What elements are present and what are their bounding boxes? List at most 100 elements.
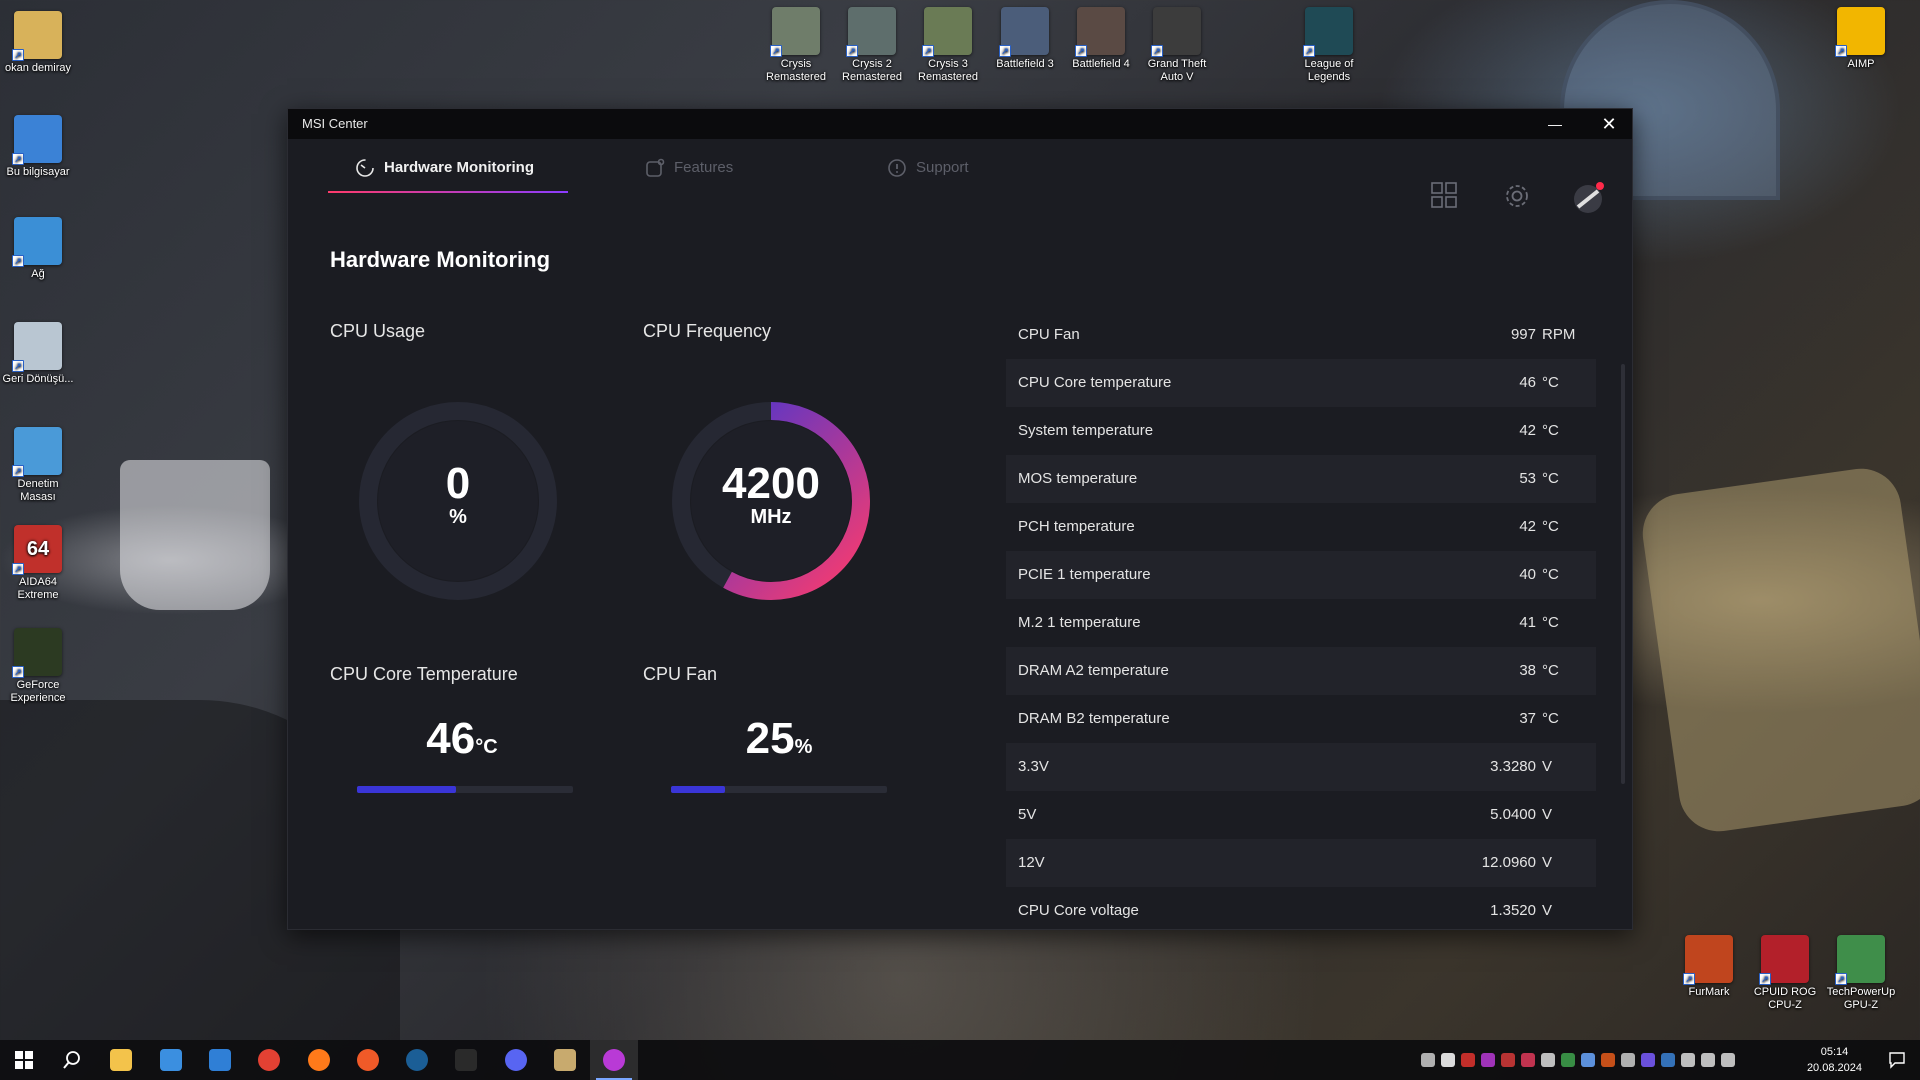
system-clock[interactable]: 05:14 20.08.2024 — [1807, 1044, 1862, 1076]
cpu-fan-unit: % — [794, 736, 813, 758]
shortcut-arrow-icon: ↗ — [12, 153, 24, 165]
tray-icon[interactable] — [1601, 1053, 1615, 1067]
shortcut-arrow-icon: ↗ — [1151, 45, 1163, 57]
denetim-masas-icon: ↗ — [12, 427, 62, 477]
taskbar-league-button[interactable] — [541, 1040, 589, 1080]
tab-hardware-monitoring[interactable]: Hardware Monitoring — [355, 159, 534, 203]
desktop-icon-okan-demiray[interactable]: ↗ okan demiray — [0, 11, 76, 75]
desktop-icon-label: Geri Dönüşü... — [2, 373, 74, 385]
desktop-icon-geri-d-n[interactable]: ↗ Geri Dönüşü... — [0, 322, 76, 386]
tab-features[interactable]: Features — [645, 158, 733, 203]
tab-support[interactable]: Support — [887, 159, 969, 203]
cpu-usage-readout: 0 % — [354, 461, 562, 528]
taskbar-search-button[interactable] — [48, 1040, 96, 1080]
okan-demiray-icon: ↗ — [12, 11, 62, 61]
desktop-icon-furmark[interactable]: ↗ FurMark — [1671, 935, 1747, 999]
cpu-fan-label: CPU Fan — [643, 664, 718, 684]
desktop-icon-geforce-experience[interactable]: ↗ GeForce Experience — [0, 628, 76, 705]
taskbar-store-button[interactable] — [147, 1040, 195, 1080]
sensor-value: 42 — [1519, 422, 1536, 439]
cpu-core-temp-bar-fill — [357, 786, 457, 793]
taskbar-steam-button[interactable] — [393, 1040, 441, 1080]
desktop-icon-denetim-masas[interactable]: ↗ Denetim Masası — [0, 427, 76, 504]
taskbar-discord-button[interactable] — [492, 1040, 540, 1080]
desktop-icon-aida64-extreme[interactable]: 64 ↗ AIDA64 Extreme — [0, 525, 76, 602]
tab-bar: Hardware Monitoring Features Support — [288, 139, 1632, 213]
desktop-icon-a[interactable]: ↗ Ağ — [0, 217, 76, 281]
tray-icon[interactable] — [1521, 1053, 1535, 1067]
user-profile-icon[interactable] — [1571, 181, 1605, 215]
minimize-button[interactable]: — — [1532, 109, 1578, 139]
desktop-icon-crysis-2-remastered[interactable]: ↗ Crysis 2 Remastered — [834, 7, 910, 84]
taskbar-msi-center-button[interactable] — [590, 1040, 639, 1080]
sensor-row: CPU Core voltage 1.3520 V — [1006, 887, 1596, 929]
sensor-row: 5V 5.0400 V — [1006, 791, 1596, 839]
desktop-icon-label: okan demiray — [4, 62, 72, 74]
tray-icon[interactable] — [1421, 1053, 1435, 1067]
ea-icon — [356, 1049, 379, 1071]
taskbar-firefox-button[interactable] — [295, 1040, 343, 1080]
desktop-icon-techpowerup-gpu-z[interactable]: ↗ TechPowerUp GPU-Z — [1823, 935, 1899, 1012]
desktop-icon-battlefield-4[interactable]: ↗ Battlefield 4 — [1063, 7, 1139, 71]
tray-icon[interactable] — [1561, 1053, 1575, 1067]
cpu-core-temp-value: 46 — [426, 714, 476, 763]
tray-icon[interactable] — [1721, 1053, 1735, 1067]
desktop-icon-battlefield-3[interactable]: ↗ Battlefield 3 — [987, 7, 1063, 71]
msi-center-window: MSI Center — ✕ Hardware Monitoring Featu… — [287, 108, 1633, 930]
desktop-icon-label: Battlefield 3 — [996, 58, 1054, 70]
desktop-icon-label: Battlefield 4 — [1072, 58, 1130, 70]
settings-gear-icon[interactable] — [1502, 181, 1532, 211]
tray-icon[interactable] — [1681, 1053, 1695, 1067]
sensor-list-scrollbar[interactable] — [1621, 364, 1625, 784]
sensor-unit: °C — [1542, 566, 1559, 583]
desktop-icon-bu-bilgisayar[interactable]: ↗ Bu bilgisayar — [0, 115, 76, 179]
taskbar-file-explorer-button[interactable] — [97, 1040, 145, 1080]
desktop-icon-cpuid-rog-cpu-z[interactable]: ↗ CPUID ROG CPU-Z — [1747, 935, 1823, 1012]
tray-icon[interactable] — [1481, 1053, 1495, 1067]
taskbar-ea-button[interactable] — [344, 1040, 392, 1080]
taskbar-epic-button[interactable] — [442, 1040, 490, 1080]
section-title: Hardware Monitoring — [330, 247, 551, 272]
grid-view-icon[interactable] — [1430, 181, 1458, 209]
desktop-icon-grand-theft-auto-v[interactable]: ↗ Grand Theft Auto V — [1139, 7, 1215, 84]
sensor-row: CPU Core temperature 46 °C — [1006, 359, 1596, 407]
tray-icon[interactable] — [1581, 1053, 1595, 1067]
shortcut-arrow-icon: ↗ — [12, 255, 24, 267]
close-icon: ✕ — [1601, 113, 1617, 134]
league-of-legends-icon: ↗ — [1303, 7, 1353, 57]
firefox-icon — [307, 1049, 330, 1071]
desktop-icon-label: Ağ — [31, 268, 45, 280]
desktop-icon-crysis-3-remastered[interactable]: ↗ Crysis 3 Remastered — [910, 7, 986, 84]
desktop-icon-label: Bu bilgisayar — [6, 166, 70, 178]
sensor-value: 38 — [1519, 662, 1536, 679]
notification-center-button[interactable] — [1888, 1051, 1906, 1074]
window-titlebar: MSI Center — ✕ — [288, 109, 1632, 139]
aida64-extreme-icon: 64 ↗ — [12, 525, 62, 575]
shortcut-arrow-icon: ↗ — [1835, 973, 1847, 985]
active-tab-indicator — [328, 191, 568, 193]
taskbar-mail-button[interactable] — [196, 1040, 244, 1080]
desktop-icon-aimp[interactable]: ↗ AIMP — [1823, 7, 1899, 71]
tray-icon[interactable] — [1461, 1053, 1475, 1067]
shortcut-arrow-icon: ↗ — [1683, 973, 1695, 985]
search-icon — [61, 1049, 83, 1071]
close-button[interactable]: ✕ — [1586, 109, 1632, 139]
bu-bilgisayar-icon: ↗ — [12, 115, 62, 165]
taskbar-chrome-button[interactable] — [245, 1040, 293, 1080]
tray-icon[interactable] — [1441, 1053, 1455, 1067]
sensor-unit: °C — [1542, 614, 1559, 631]
tray-icon[interactable] — [1701, 1053, 1715, 1067]
desktop-icon-league-of-legends[interactable]: ↗ League of Legends — [1291, 7, 1367, 84]
sensor-value: 53 — [1519, 470, 1536, 487]
shortcut-arrow-icon: ↗ — [999, 45, 1011, 57]
desktop-icon-crysis-remastered[interactable]: ↗ Crysis Remastered — [758, 7, 834, 84]
mail-icon — [208, 1049, 231, 1071]
tray-icon[interactable] — [1621, 1053, 1635, 1067]
tray-icon[interactable] — [1641, 1053, 1655, 1067]
tray-icon[interactable] — [1501, 1053, 1515, 1067]
taskbar-start-button[interactable] — [0, 1040, 48, 1080]
tray-icon[interactable] — [1541, 1053, 1555, 1067]
msi-center-icon — [603, 1049, 626, 1071]
shortcut-arrow-icon: ↗ — [1759, 973, 1771, 985]
tray-icon[interactable] — [1661, 1053, 1675, 1067]
